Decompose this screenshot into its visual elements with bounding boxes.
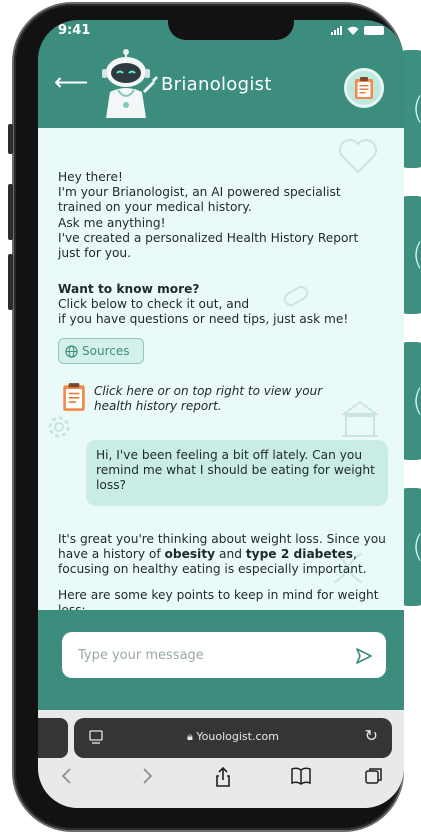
browser-nav-row xyxy=(38,764,404,800)
response-paragraph-2: Here are some key points to keep in mind… xyxy=(58,587,379,610)
tabs-icon xyxy=(365,768,382,784)
send-button[interactable] xyxy=(350,642,378,670)
card-glyph-icon: ( xyxy=(412,92,421,127)
clipboard-icon xyxy=(63,383,85,411)
message-input[interactable] xyxy=(62,632,386,678)
send-icon xyxy=(356,648,372,664)
url-text: 🔒︎ Youologist.com xyxy=(187,730,279,743)
wifi-icon xyxy=(347,26,359,35)
globe-icon xyxy=(65,344,78,358)
share-button[interactable] xyxy=(214,766,232,792)
watermark-heart-icon xyxy=(339,139,377,174)
back-nav-button[interactable] xyxy=(60,766,74,790)
lock-icon: 🔒︎ xyxy=(187,730,197,743)
more-body: Click below to check it out, and if you … xyxy=(58,297,349,327)
bot-intro-message: Hey there! I'm your Brianologist, an AI … xyxy=(58,170,359,261)
card-glyph-icon: ( xyxy=(412,384,421,419)
app-title: Brianologist xyxy=(161,74,272,95)
reload-icon[interactable]: ↻ xyxy=(365,726,378,745)
address-bar[interactable]: 🔒︎ Youologist.com ↻ xyxy=(74,718,392,758)
volume-down-button xyxy=(8,254,13,310)
browser-toolbar: 🔒︎ Youologist.com ↻ xyxy=(38,710,404,808)
status-icons xyxy=(331,26,384,35)
user-message-bubble: Hi, I've been feeling a bit off lately. … xyxy=(86,440,388,506)
chevron-left-icon xyxy=(61,768,71,784)
response-paragraph-1: It's great you're thinking about weight … xyxy=(58,532,386,577)
chat-header: ⟵ Brianologist xyxy=(38,46,404,128)
volume-up-button xyxy=(8,184,13,240)
tabs-button[interactable] xyxy=(364,766,384,790)
diabetes-term: type 2 diabetes xyxy=(245,547,354,562)
bot-response-message: It's great you're thinking about weight … xyxy=(58,532,388,610)
previous-tab[interactable] xyxy=(38,718,68,758)
share-icon xyxy=(216,766,230,787)
clipboard-icon xyxy=(355,77,373,99)
chat-area[interactable]: Hey there! I'm your Brianologist, an AI … xyxy=(38,128,404,610)
health-report-link[interactable]: Click here or on top right to view your … xyxy=(58,380,378,420)
more-heading: Want to know more? xyxy=(58,282,200,296)
phone-screen: 9:41 ⟵ Brianologist Hey there! I'm your … xyxy=(38,20,404,808)
message-composer xyxy=(38,610,404,710)
status-time: 9:41 xyxy=(58,23,91,38)
signal-icon xyxy=(331,26,342,35)
back-arrow-icon[interactable]: ⟵ xyxy=(54,70,88,94)
battery-icon xyxy=(364,26,384,35)
forward-nav-button[interactable] xyxy=(140,766,154,790)
sources-button[interactable]: Sources xyxy=(58,338,144,364)
obesity-term: obesity xyxy=(164,547,216,562)
card-glyph-icon: ( xyxy=(412,238,421,273)
sources-label: Sources xyxy=(82,344,130,358)
report-link-text: Click here or on top right to view your … xyxy=(94,384,323,413)
health-report-button[interactable] xyxy=(344,68,384,108)
notch xyxy=(168,20,294,40)
silent-switch xyxy=(8,124,13,154)
bookmarks-button[interactable] xyxy=(290,766,312,790)
card-glyph-icon: ( xyxy=(412,530,421,565)
robot-avatar-icon xyxy=(102,49,158,118)
chevron-right-icon xyxy=(143,768,153,784)
book-icon xyxy=(291,767,311,785)
